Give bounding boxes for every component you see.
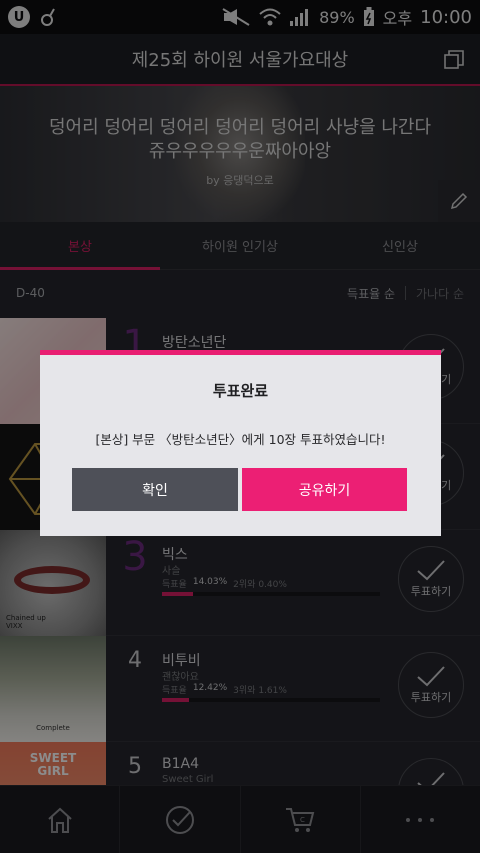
dialog-message: [본상] 부문 〈방탄소년단〉에게 10장 투표하였습니다!: [95, 432, 386, 447]
share-button[interactable]: 공유하기: [242, 468, 407, 511]
vote-complete-dialog: 투표완료 [본상] 부문 〈방탄소년단〉에게 10장 투표하였습니다! 확인 공…: [40, 350, 441, 536]
confirm-button[interactable]: 확인: [72, 468, 238, 511]
dialog-title: 투표완료: [212, 382, 269, 400]
app-screen: U 89% 오후 10:00 제25회 하이원 서울가요대상 덩어리 덩어리 덩…: [0, 0, 480, 853]
